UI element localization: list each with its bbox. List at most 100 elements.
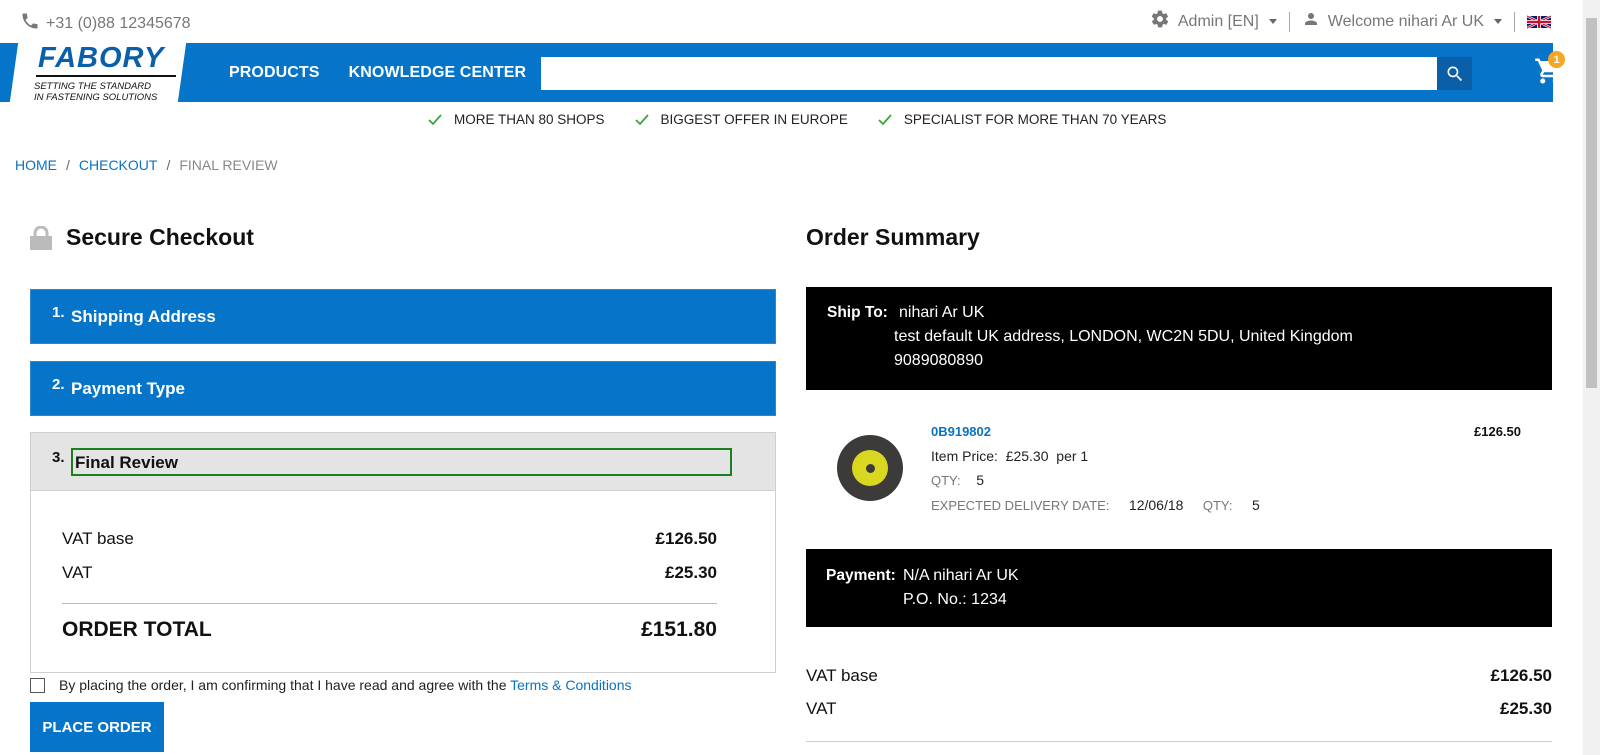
chevron-down-icon [1268, 19, 1277, 24]
breadcrumb-current: FINAL REVIEW [179, 157, 278, 173]
nav-knowledge-center[interactable]: KNOWLEDGE CENTER [349, 64, 527, 82]
step-label: Final Review [75, 453, 178, 472]
value-prop-text: MORE THAN 80 SHOPS [454, 112, 605, 127]
payment-po-number: P.O. No.: 1234 [903, 591, 1007, 608]
summary-vat-base-label: VAT base [806, 666, 878, 685]
order-total-label: ORDER TOTAL [62, 618, 212, 641]
step-label-focus-box: Final Review [71, 448, 732, 476]
terms-checkbox[interactable] [30, 677, 45, 693]
ship-to-address: test default UK address, LONDON, WC2N 5D… [894, 328, 1353, 345]
step-number: 1. [52, 304, 65, 321]
divider [806, 741, 1552, 742]
qty-line: QTY: 5 [931, 472, 984, 488]
page-scrollbar[interactable] [1583, 0, 1600, 755]
lock-icon [30, 225, 52, 250]
item-price-label: Item Price: [931, 448, 998, 464]
payment-label: Payment: [826, 567, 896, 584]
vat-value: £25.30 [665, 563, 717, 582]
ship-to-phone: 9089080890 [894, 352, 983, 369]
summary-vat-base-value: £126.50 [1490, 666, 1552, 685]
ship-to-label: Ship To: [827, 304, 888, 321]
breadcrumb-checkout[interactable]: CHECKOUT [79, 157, 158, 173]
value-propositions: MORE THAN 80 SHOPS BIGGEST OFFER IN EURO… [428, 112, 1166, 127]
payment-panel: Payment: N/A nihari Ar UK P.O. No.: 1234 [806, 549, 1552, 627]
summary-vat-row: VAT £25.30 [806, 699, 1552, 719]
vat-base-row: VAT base £126.50 [62, 529, 717, 549]
scrollbar-thumb[interactable] [1586, 18, 1597, 388]
item-price-value: £25.30 [1005, 448, 1049, 464]
ship-to-panel: Ship To: nihari Ar UK test default UK ad… [806, 287, 1552, 390]
value-prop: SPECIALIST FOR MORE THAN 70 YEARS [878, 112, 1167, 127]
phone-icon [20, 11, 40, 36]
phone-number: +31 (0)88 12345678 [46, 14, 191, 32]
payment-method: N/A nihari Ar UK [903, 567, 1019, 584]
cart-count-badge: 1 [1548, 51, 1565, 68]
checkout-header: Secure Checkout [30, 224, 254, 251]
terms-link[interactable]: Terms & Conditions [510, 677, 631, 693]
breadcrumb-separator: / [166, 157, 171, 173]
fabory-logo[interactable]: FABORY SETTING THE STANDARD IN FASTENING… [24, 42, 184, 103]
welcome-label: Welcome nihari Ar UK [1327, 12, 1484, 30]
page-title: Secure Checkout [66, 224, 254, 250]
item-price-unit: per 1 [1056, 448, 1089, 464]
qty-label: QTY: [931, 473, 961, 488]
order-line-item: 0B919802 £126.50 Item Price: £25.30 per … [806, 410, 1552, 530]
admin-language-menu[interactable]: Admin [EN] [1138, 9, 1289, 34]
ship-to-name: nihari Ar UK [899, 304, 985, 321]
language-flag-button[interactable] [1515, 14, 1563, 29]
uk-flag-icon [1527, 14, 1551, 29]
check-icon [428, 113, 442, 125]
step-payment-type[interactable]: 2. Payment Type [30, 361, 776, 416]
step-label: Shipping Address [71, 307, 216, 326]
search-icon [1447, 66, 1462, 81]
search-input[interactable] [541, 57, 1437, 90]
line-total: £126.50 [1474, 424, 1521, 439]
delivery-qty-value: 5 [1251, 497, 1260, 513]
vat-label: VAT [62, 563, 93, 582]
value-prop: MORE THAN 80 SHOPS [428, 112, 605, 127]
qty-value: 5 [976, 472, 984, 488]
breadcrumb-home[interactable]: HOME [15, 157, 57, 173]
logo-tagline-line2: IN FASTENING SOLUTIONS [34, 92, 158, 103]
product-disc-label [852, 450, 888, 486]
value-prop: BIGGEST OFFER IN EUROPE [634, 112, 848, 127]
phone-contact[interactable]: +31 (0)88 12345678 [20, 11, 191, 36]
summary-vat-value: £25.30 [1500, 699, 1552, 718]
logo-rule [36, 75, 176, 77]
order-summary-title: Order Summary [806, 224, 980, 250]
product-sku-link[interactable]: 0B919802 [931, 424, 991, 439]
breadcrumb-separator: / [66, 157, 70, 173]
logo-tagline-line1: SETTING THE STANDARD [34, 81, 151, 92]
step-final-review[interactable]: 3. Final Review [30, 432, 776, 491]
check-icon [634, 113, 649, 125]
terms-statement: By placing the order, I am confirming th… [59, 677, 507, 693]
value-prop-text: SPECIALIST FOR MORE THAN 70 YEARS [903, 112, 1167, 127]
vat-row: VAT £25.30 [62, 563, 717, 583]
logo-wordmark: FABORY [38, 42, 165, 74]
chevron-down-icon [1494, 19, 1502, 24]
vat-base-value: £126.50 [655, 529, 717, 548]
main-navbar: FABORY SETTING THE STANDARD IN FASTENING… [0, 42, 1553, 103]
search-button[interactable] [1437, 57, 1472, 90]
step-number: 3. [52, 449, 65, 466]
value-prop-text: BIGGEST OFFER IN EUROPE [660, 112, 848, 127]
delivery-line: EXPECTED DELIVERY DATE: 12/06/18 QTY: 5 [931, 497, 1260, 513]
divider [62, 603, 717, 604]
product-disc-hole [865, 463, 875, 473]
admin-label: Admin [EN] [1177, 12, 1259, 30]
item-price-line: Item Price: £25.30 per 1 [931, 448, 1088, 464]
delivery-label: EXPECTED DELIVERY DATE: [931, 498, 1110, 513]
logo-tagline: SETTING THE STANDARD IN FASTENING SOLUTI… [34, 81, 157, 103]
account-menu[interactable]: Welcome nihari Ar UK [1290, 10, 1514, 33]
order-total-row: ORDER TOTAL £151.80 [62, 618, 717, 642]
terms-text: By placing the order, I am confirming th… [59, 677, 632, 693]
nav-products[interactable]: PRODUCTS [229, 64, 320, 82]
step-number: 2. [52, 376, 65, 393]
order-total-value: £151.80 [641, 618, 717, 641]
summary-vat-label: VAT [806, 699, 837, 718]
product-image[interactable] [837, 435, 903, 501]
summary-vat-base-row: VAT base £126.50 [806, 666, 1552, 686]
step-shipping-address[interactable]: 1. Shipping Address [30, 289, 776, 344]
place-order-button[interactable]: PLACE ORDER [30, 702, 164, 752]
delivery-date: 12/06/18 [1128, 497, 1184, 513]
